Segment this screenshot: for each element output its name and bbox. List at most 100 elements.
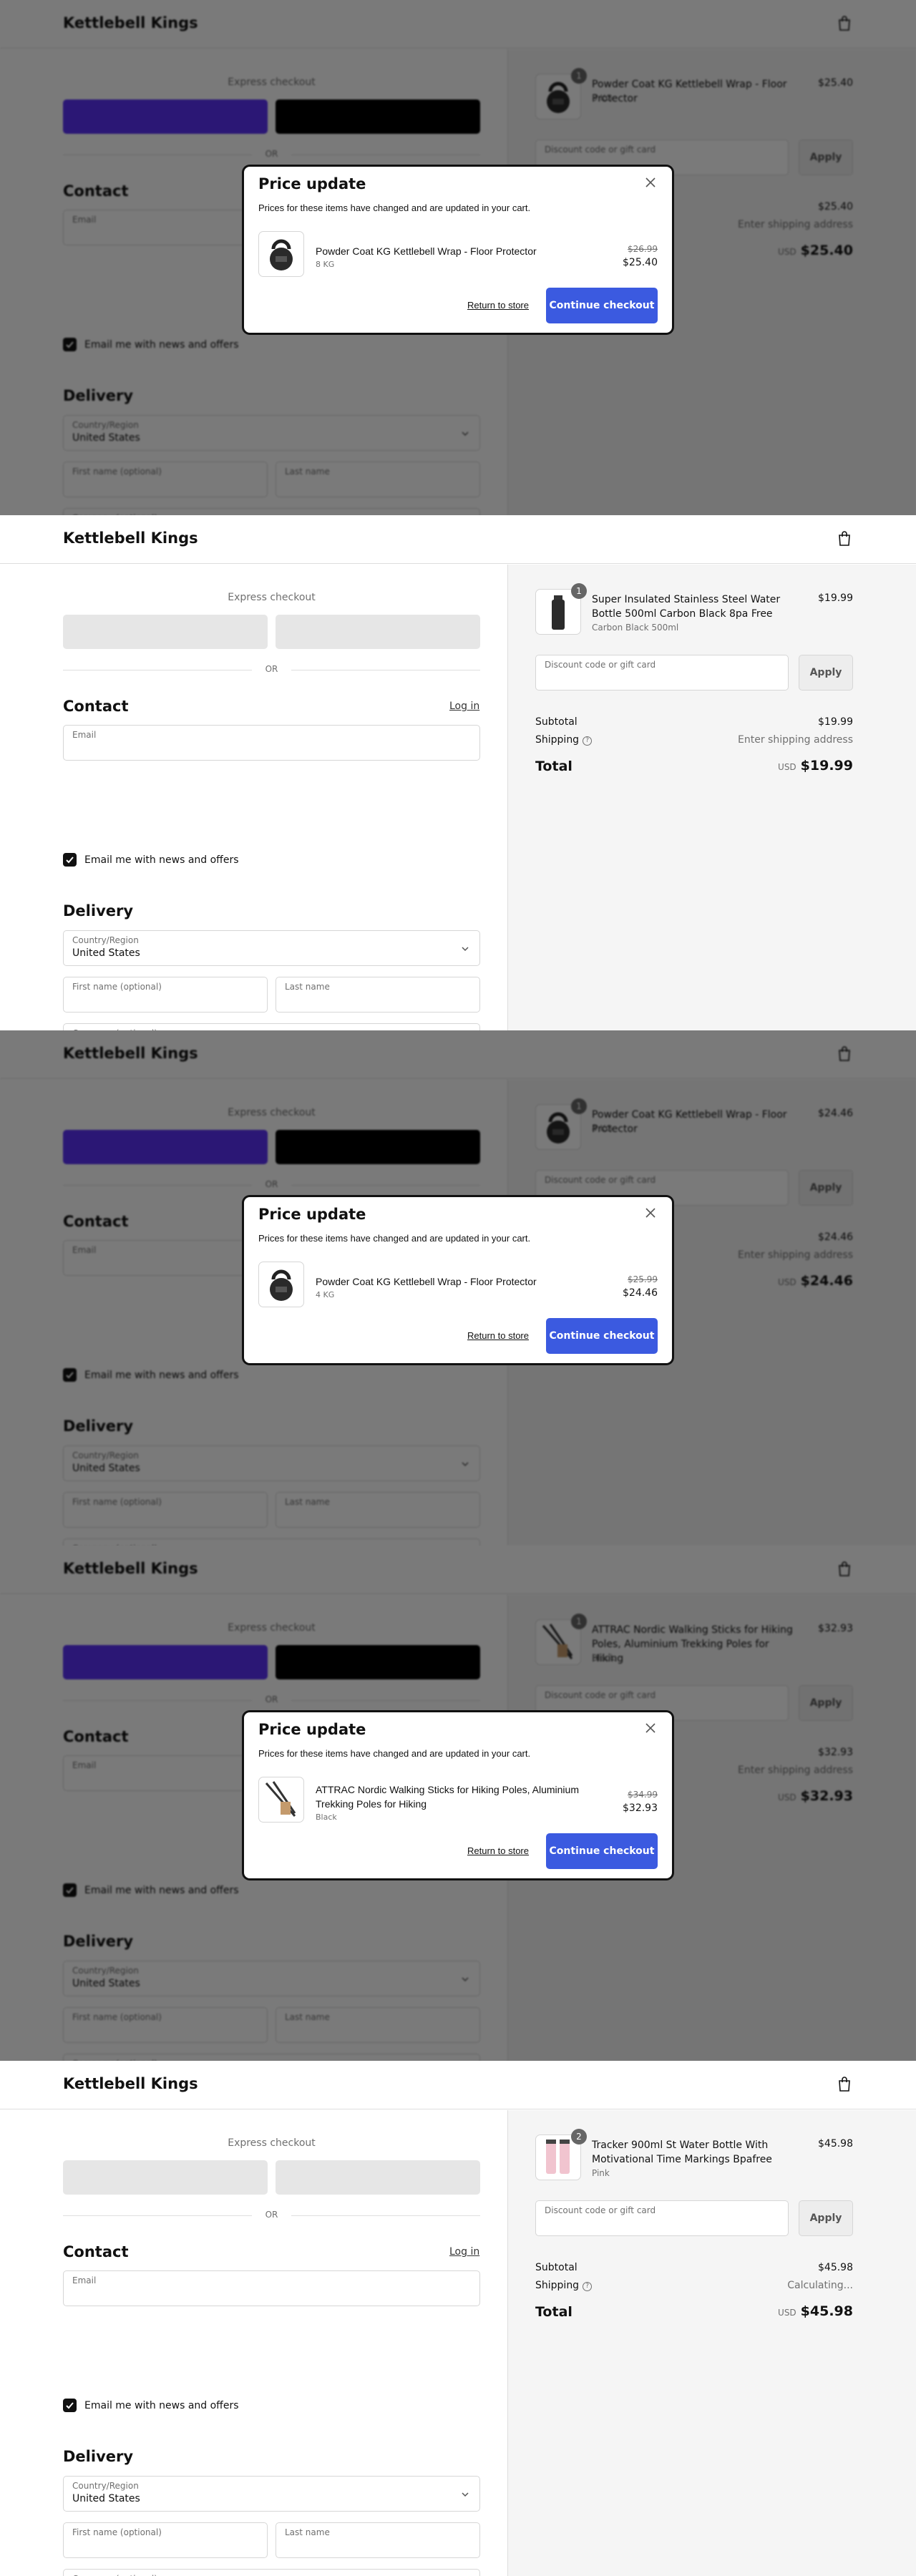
product-price: $19.99 <box>818 592 853 604</box>
company-field[interactable]: Company (optional) <box>63 2569 480 2576</box>
shipping-label: Shipping <box>535 734 580 746</box>
total-label: Total <box>535 758 572 774</box>
country-label: Country/Region <box>72 935 139 945</box>
currency-code: USD <box>778 2308 796 2318</box>
dialog-message: Prices for these items have changed and … <box>258 203 531 213</box>
email-field[interactable]: Email <box>63 725 480 761</box>
return-to-store-link[interactable]: Return to store <box>467 1330 529 1341</box>
product-variant: Carbon Black 500ml <box>592 623 679 633</box>
discount-field[interactable]: Discount code or gift card <box>535 655 789 691</box>
total-value: USD $19.99 <box>778 758 853 774</box>
google-pay-button[interactable] <box>276 2160 480 2195</box>
close-icon[interactable] <box>645 1722 656 1734</box>
quantity-badge: 1 <box>571 583 587 599</box>
product-name: Powder Coat KG Kettlebell Wrap - Floor P… <box>316 1276 537 1287</box>
express-checkout-label: Express checkout <box>228 2137 316 2149</box>
price-update-dialog: Price update Prices for these items have … <box>244 167 672 333</box>
subtotal-value: $45.98 <box>818 2262 853 2273</box>
total-amount: $45.98 <box>800 2303 853 2319</box>
first-name-placeholder: First name (optional) <box>72 982 162 992</box>
question-circle-icon[interactable]: ? <box>583 736 593 746</box>
subtotal-label: Subtotal <box>535 2262 578 2273</box>
total-amount: $19.99 <box>800 758 853 774</box>
total-label: Total <box>535 2304 572 2320</box>
checkout-form: Express checkout OR Contact Log in Email Emai… <box>0 2110 507 2576</box>
newsletter-checkbox[interactable] <box>63 2399 77 2412</box>
dialog-message: Prices for these items have changed and … <box>258 1748 531 1759</box>
shipping-row-label: Shipping? <box>535 2280 593 2291</box>
price-update-dialog: Price update Prices for these items have … <box>244 1197 672 1363</box>
checkout-screen: Kettlebell KingsExpress checkoutORContac… <box>0 1030 916 1546</box>
continue-checkout-button[interactable]: Continue checkout <box>546 288 658 323</box>
shop-pay-button[interactable] <box>63 615 268 649</box>
email-field[interactable]: Email <box>63 2270 480 2306</box>
product-variant: Pink <box>592 2168 610 2178</box>
continue-checkout-button[interactable]: Continue checkout <box>546 1833 658 1869</box>
store-name[interactable]: Kettlebell Kings <box>63 530 198 547</box>
discount-field[interactable]: Discount code or gift card <box>535 2200 789 2236</box>
close-icon[interactable] <box>645 177 656 188</box>
login-link[interactable]: Log in <box>449 701 479 712</box>
continue-checkout-button[interactable]: Continue checkout <box>546 1318 658 1354</box>
question-circle-icon[interactable]: ? <box>583 2282 593 2291</box>
delivery-heading: Delivery <box>63 902 134 919</box>
shopping-bag-icon[interactable] <box>837 531 852 547</box>
delivery-heading: Delivery <box>63 2448 134 2465</box>
last-name-field[interactable]: Last name <box>276 2522 480 2558</box>
dialog-title: Price update <box>258 1721 366 1738</box>
product-variant: 4 KG <box>316 1290 335 1299</box>
country-select[interactable]: Country/Region United States <box>63 2476 480 2512</box>
product-name: Super Insulated Stainless Steel Water Bo… <box>592 594 781 620</box>
apply-button[interactable]: Apply <box>799 655 853 691</box>
screenshot-stack: Kettlebell Kings Express checkout OR Contac… <box>0 0 916 2576</box>
country-value: United States <box>72 2493 140 2504</box>
first-name-field[interactable]: First name (optional) <box>63 977 268 1013</box>
close-icon[interactable] <box>645 1207 656 1219</box>
check-icon <box>66 2402 74 2409</box>
site-header: Kettlebell Kings <box>0 515 916 564</box>
quantity-badge: 2 <box>571 2129 587 2145</box>
shop-pay-button[interactable] <box>63 2160 268 2195</box>
product-name: Powder Coat KG Kettlebell Wrap - Floor P… <box>316 245 537 257</box>
shipping-value: Calculating... <box>787 2280 853 2291</box>
country-select[interactable]: Country/Region United States <box>63 930 480 966</box>
company-field[interactable]: Company (optional) <box>63 1023 480 1030</box>
dialog-message: Prices for these items have changed and … <box>258 1233 531 1244</box>
new-price: $32.93 <box>623 1802 658 1814</box>
new-price: $25.40 <box>623 257 658 268</box>
email-placeholder: Email <box>72 730 97 740</box>
order-summary: 2 Tracker 900ml St Water Bottle With Moti… <box>507 2110 916 2576</box>
product-thumbnail <box>258 231 304 277</box>
old-price: $25.99 <box>628 1274 658 1284</box>
express-checkout-label: Express checkout <box>228 592 316 603</box>
divider-line <box>291 2215 480 2216</box>
last-name-placeholder: Last name <box>285 982 330 992</box>
country-label: Country/Region <box>72 2481 139 2491</box>
total-value: USD $45.98 <box>778 2303 853 2319</box>
shopping-bag-icon[interactable] <box>837 2077 852 2092</box>
last-name-field[interactable]: Last name <box>276 977 480 1013</box>
checkout-screen: Kettlebell KingsExpress checkoutORContac… <box>0 515 916 1030</box>
newsletter-checkbox[interactable] <box>63 853 77 867</box>
product-thumbnail <box>258 1262 304 1307</box>
store-name[interactable]: Kettlebell Kings <box>63 2075 198 2092</box>
checkout-screen: Kettlebell KingsExpress checkoutORContac… <box>0 0 916 515</box>
product-thumbnail <box>258 1777 304 1823</box>
country-value: United States <box>72 947 140 959</box>
apply-button[interactable]: Apply <box>799 2200 853 2236</box>
email-placeholder: Email <box>72 2275 97 2285</box>
contact-heading: Contact <box>63 698 129 715</box>
newsletter-label: Email me with news and offers <box>84 2400 239 2411</box>
old-price: $34.99 <box>628 1790 658 1800</box>
return-to-store-link[interactable]: Return to store <box>467 300 529 311</box>
new-price: $24.46 <box>623 1287 658 1299</box>
google-pay-button[interactable] <box>276 615 480 649</box>
return-to-store-link[interactable]: Return to store <box>467 1845 529 1856</box>
first-name-field[interactable]: First name (optional) <box>63 2522 268 2558</box>
login-link[interactable]: Log in <box>449 2246 479 2258</box>
first-name-placeholder: First name (optional) <box>72 2527 162 2537</box>
discount-placeholder: Discount code or gift card <box>545 2205 656 2215</box>
subtotal-value: $19.99 <box>818 716 853 728</box>
chevron-down-icon <box>461 944 469 952</box>
discount-placeholder: Discount code or gift card <box>545 660 656 670</box>
